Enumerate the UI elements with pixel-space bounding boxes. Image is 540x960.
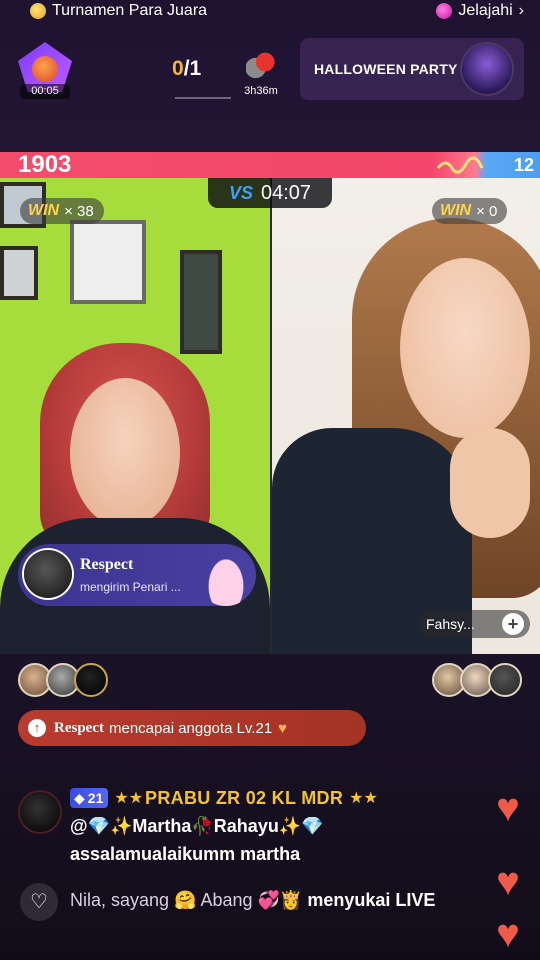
chevron-right-icon: › (518, 2, 524, 19)
level-number: 21 (87, 790, 104, 806)
wall-photo (0, 246, 38, 300)
likes-text: Nila, sayang 🤗 Abang 💞👸 menyukai LIVE (70, 887, 490, 914)
comment-text: assalamualaikumm martha (70, 844, 301, 864)
round-score: 0/1 (172, 57, 201, 81)
star-icons: ★★ (114, 790, 144, 807)
host-face (70, 378, 180, 528)
floating-heart-icon: ♥ (496, 860, 520, 904)
wall-photo (70, 220, 146, 304)
likes-users: Nila, sayang 🤗 Abang 💞👸 (70, 890, 303, 910)
explore-label: Jelajahi (458, 2, 513, 19)
right-top-supporters[interactable] (432, 663, 522, 699)
event-badge-icon (462, 44, 512, 94)
gift-subtitle: mengirim Penari ... (80, 580, 181, 594)
left-battle-score: 1903 (18, 151, 72, 178)
like-heart-icon[interactable]: ♡ (20, 883, 58, 921)
star-icons: ★★ (349, 790, 378, 807)
tournament-label: Turnamen Para Juara (52, 2, 208, 19)
right-host-name: Fahsy... (426, 616, 475, 632)
gift-box-icon (246, 50, 278, 80)
score-current: 0 (172, 57, 184, 80)
ballerina-gift-icon (196, 540, 256, 606)
avatar[interactable] (488, 663, 522, 697)
right-battle-score: 12 (513, 155, 534, 175)
level-announcement: ↑ Respect mencapai anggota Lv.21 ♥ (18, 710, 366, 746)
halloween-party-banner[interactable]: HALLOWEEN PARTY (300, 38, 524, 100)
countdown-text: 04:07 (260, 181, 312, 204)
heart-icon: ♥ (278, 719, 288, 737)
comment-header: ◆ 21 ★★ PRABU ZR 02 KL MDR ★★ (70, 786, 378, 810)
host-hand (450, 428, 530, 538)
score-total: /1 (183, 57, 202, 80)
host-avatar (32, 56, 58, 82)
trophy-icon (30, 3, 46, 19)
battle-timer: VS 04:07 (208, 178, 332, 208)
left-top-supporters[interactable] (18, 663, 108, 699)
vs-icon: VS (228, 182, 253, 203)
left-win-streak: WIN × 38 (20, 198, 104, 224)
gift-timer-text: 3h36m (244, 85, 278, 97)
gift-timer[interactable]: 3h36m (238, 50, 284, 100)
win-count: × 38 (64, 202, 94, 220)
spark-icon (436, 156, 484, 174)
level-badge: ◆ 21 (70, 788, 109, 808)
diamond-icon: ◆ (74, 789, 85, 806)
top-bar: Turnamen Para Juara Jelajahi › (0, 0, 540, 24)
right-host-video[interactable] (272, 178, 540, 654)
floating-heart-icon: ♥ (496, 912, 520, 956)
level-up-icon: ↑ (28, 719, 46, 737)
commenter-name[interactable]: PRABU ZR 02 KL MDR (145, 788, 343, 809)
commenter-avatar[interactable] (20, 792, 60, 832)
sender-avatar (24, 550, 72, 598)
event-label: HALLOWEEN PARTY (314, 61, 458, 77)
win-label: WIN (28, 202, 60, 219)
avatar[interactable] (74, 663, 108, 697)
right-win-streak: WIN × 0 (432, 198, 508, 224)
host-face (400, 258, 530, 438)
badge-timer: 00:05 (20, 84, 70, 99)
plus-icon[interactable]: + (502, 613, 524, 635)
floating-heart-icon: ♥ (496, 786, 520, 830)
right-host-tag[interactable]: Fahsy... + (418, 610, 530, 638)
likes-action: menyukai LIVE (307, 890, 436, 910)
comment-mention: @💎✨Martha🥀Rahayu✨💎 (70, 816, 324, 836)
win-label: WIN (440, 202, 472, 219)
explore-icon (436, 3, 453, 19)
explore-button[interactable]: Jelajahi › (436, 0, 524, 22)
win-count: × 0 (476, 202, 498, 220)
sender-name: Respect (80, 556, 134, 573)
announce-text: mencapai anggota Lv.21 (108, 719, 273, 737)
score-underline (175, 97, 231, 99)
tournament-link[interactable]: Turnamen Para Juara (30, 0, 207, 22)
announce-user: Respect (54, 719, 104, 736)
host-rank-badge[interactable]: 00:05 (18, 42, 74, 100)
wall-photo (180, 250, 222, 354)
gift-notification[interactable]: Respect mengirim Penari ... (18, 540, 256, 606)
